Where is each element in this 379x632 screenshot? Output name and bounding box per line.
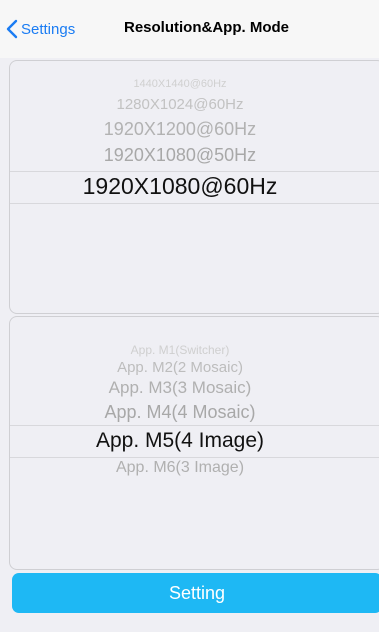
resolution-option[interactable]: 1440X1440@60Hz (10, 79, 350, 90)
app-mode-picker[interactable]: App. M1(Switcher) App. M2(2 Mosaic) App.… (9, 316, 379, 570)
page-title: Resolution&App. Mode (124, 19, 289, 36)
mode-option[interactable]: App. M4(4 Mosaic) (10, 403, 350, 421)
mode-option[interactable]: App. M1(Switcher) (10, 344, 350, 356)
setting-button[interactable]: Setting (12, 573, 379, 613)
mode-option[interactable]: App. M2(2 Mosaic) (10, 360, 350, 375)
selection-divider-bottom (10, 203, 379, 204)
resolution-option[interactable]: 1280X1024@60Hz (10, 97, 350, 112)
resolution-picker[interactable]: 1440X1440@60Hz 1280X1024@60Hz 1920X1200@… (9, 60, 379, 314)
selection-divider-top (10, 171, 379, 172)
selection-divider-top (10, 425, 379, 426)
mode-option[interactable]: App. M3(3 Mosaic) (10, 379, 350, 396)
selection-divider-bottom (10, 457, 379, 458)
setting-button-label: Setting (168, 582, 226, 603)
mode-option[interactable]: App. M6(3 Image) (10, 460, 350, 476)
resolution-option[interactable]: 1920X1200@60Hz (10, 120, 350, 138)
resolution-option[interactable]: 1920X1080@50Hz (10, 146, 350, 164)
chevron-left-icon (6, 19, 18, 39)
resolution-option-selected[interactable]: 1920X1080@60Hz (10, 175, 350, 198)
back-label: Settings (21, 20, 76, 38)
mode-option-selected[interactable]: App. M5(4 Image) (10, 430, 350, 451)
back-button[interactable]: Settings (6, 18, 75, 40)
navigation-bar: Settings Resolution&App. Mode (0, 0, 379, 58)
